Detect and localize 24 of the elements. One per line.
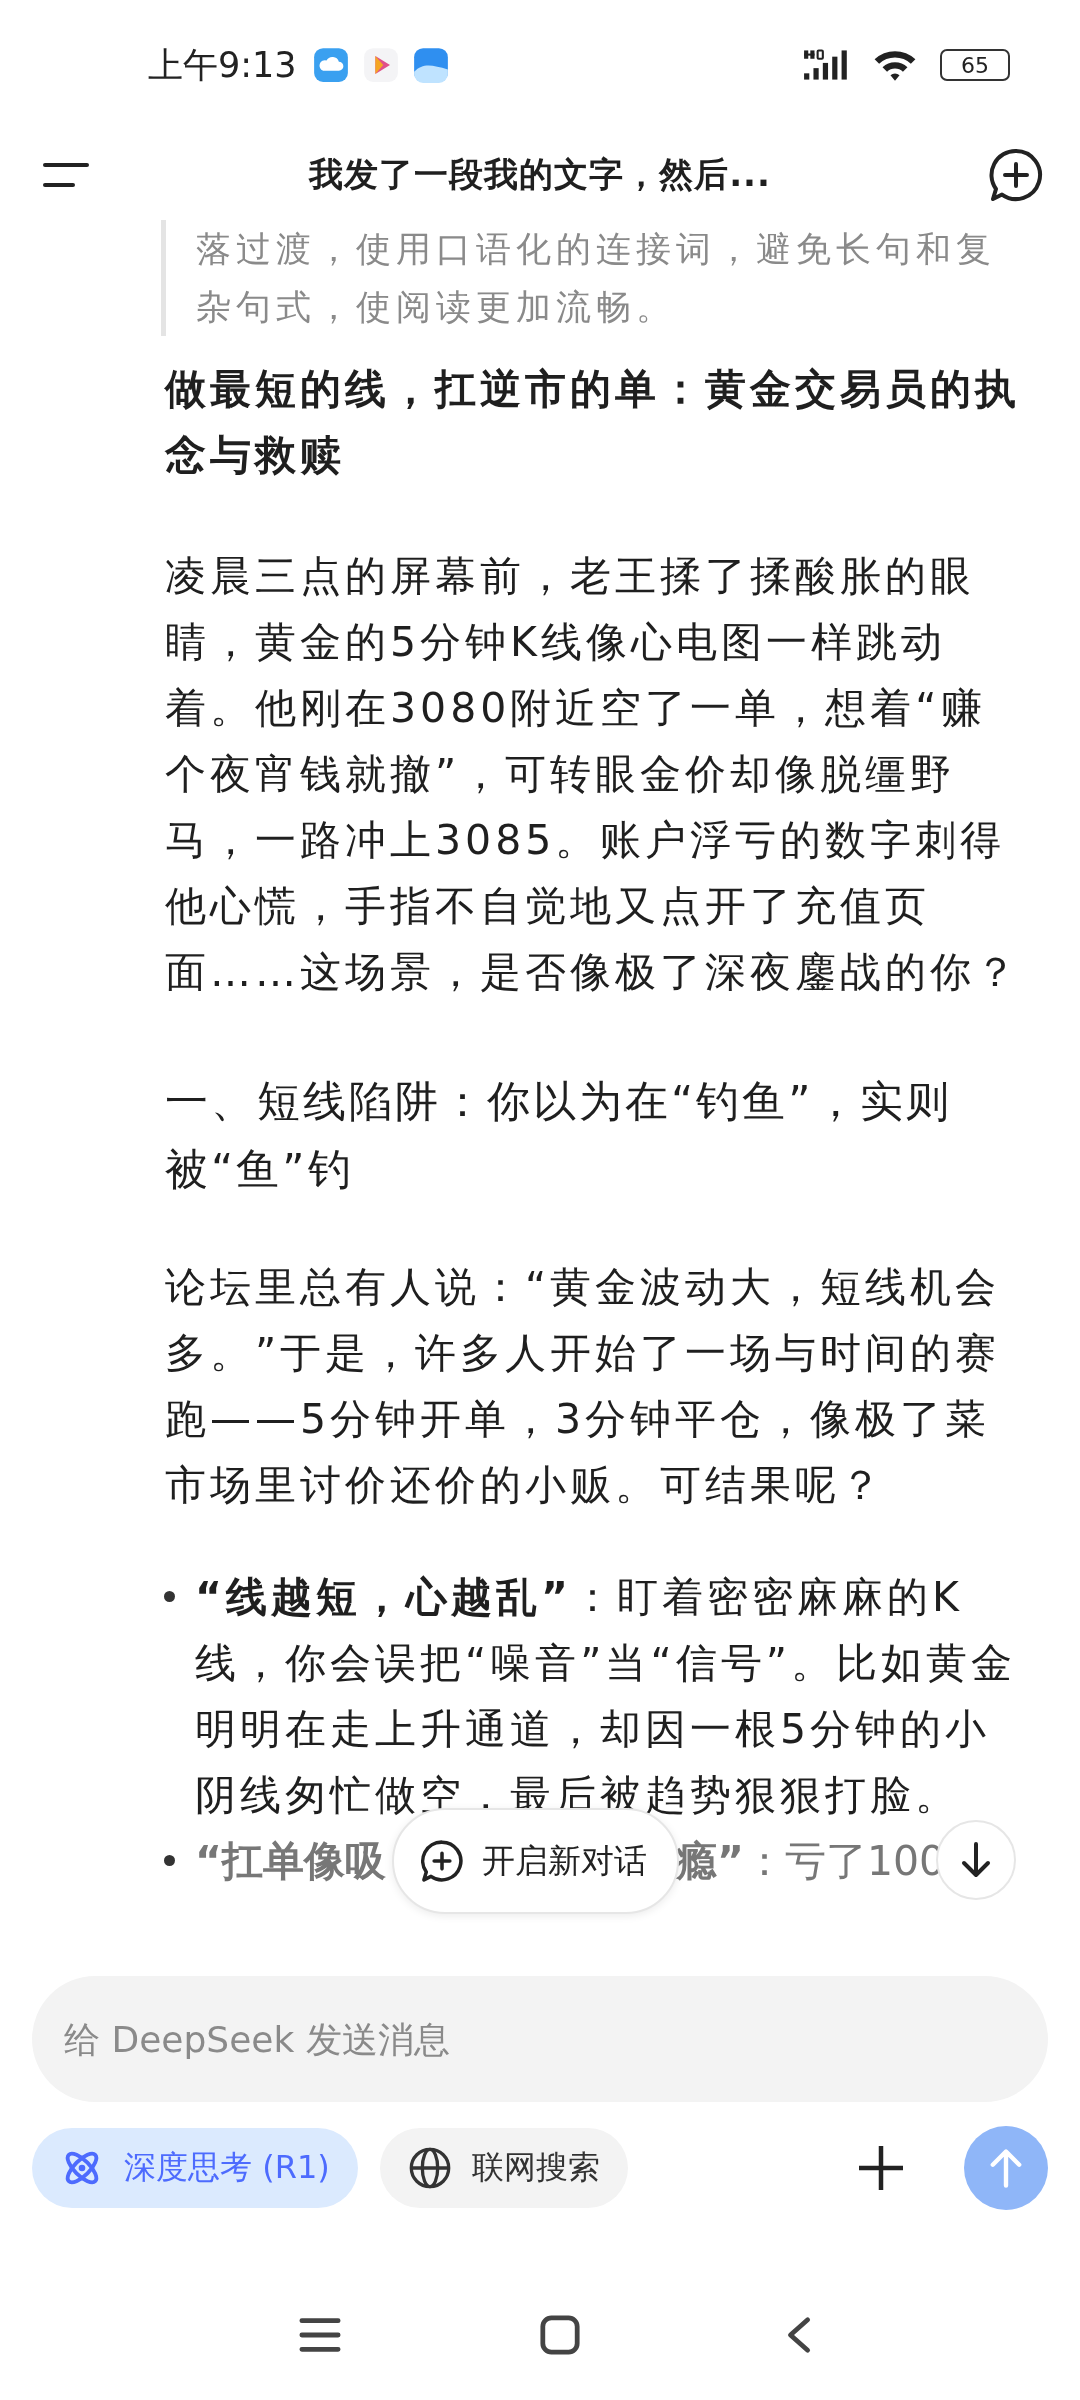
- status-time: 上午9:13: [148, 43, 297, 87]
- quote-text: 落过渡，使用口语化的连接词，避免长句和复杂句式，使阅读更加流畅。: [196, 228, 997, 329]
- paragraph: 论坛里总有人说：“黄金波动大，短线机会多。”于是，许多人开始了一场与时间的赛跑——5分钟开单，3分钟平仓，像极了菜市场里讨价还价的小贩。可结果呢？: [165, 1262, 1002, 1511]
- bullet-text: “扛单像吸: [195, 1836, 386, 1887]
- menu-icon[interactable]: [40, 160, 92, 190]
- cloud-app-icon: [312, 47, 349, 83]
- section-heading: 一、短线陷阱：你以为在“钓鱼”，实则被“鱼”钓: [165, 1075, 953, 1196]
- plus-icon[interactable]: [856, 2143, 906, 2193]
- web-search-toggle[interactable]: 联网搜索: [379, 2128, 628, 2208]
- new-chat-icon: [420, 1839, 464, 1883]
- home-icon[interactable]: [539, 2314, 581, 2356]
- message-input[interactable]: 给 DeepSeek 发送消息: [32, 1976, 1048, 2102]
- paragraph: 凌晨三点的屏幕前，老王揉了揉酸胀的眼睛，黄金的5分钟K线像心电图一样跳动着。他刚在3080附近空了一单，想着“赚个夜宵钱就撤”，可转眼金价却像脱缰野马，一路冲上3085。账户浮亏的数字刺得他心慌，手指不自觉地又点开了充值页面……这场景，是否像极了深夜鏖战的你？: [165, 551, 1020, 998]
- article-heading: 做最短的线，扛逆市的单：黄金交易员的执念与救赎: [165, 364, 1020, 481]
- deep-think-toggle[interactable]: 深度思考 (R1): [32, 2128, 358, 2208]
- wifi-icon: [872, 48, 918, 82]
- bullet-dot: [164, 1591, 175, 1602]
- bullet-dot: [164, 1855, 175, 1866]
- new-chat-icon[interactable]: [988, 147, 1044, 203]
- globe-icon: [407, 2146, 452, 2190]
- gallery-app-icon: [412, 47, 449, 83]
- battery-icon: 65: [940, 49, 1010, 81]
- play-app-icon: [362, 47, 399, 83]
- chat-title: 我发了一段我的文字，然后...: [307, 153, 772, 196]
